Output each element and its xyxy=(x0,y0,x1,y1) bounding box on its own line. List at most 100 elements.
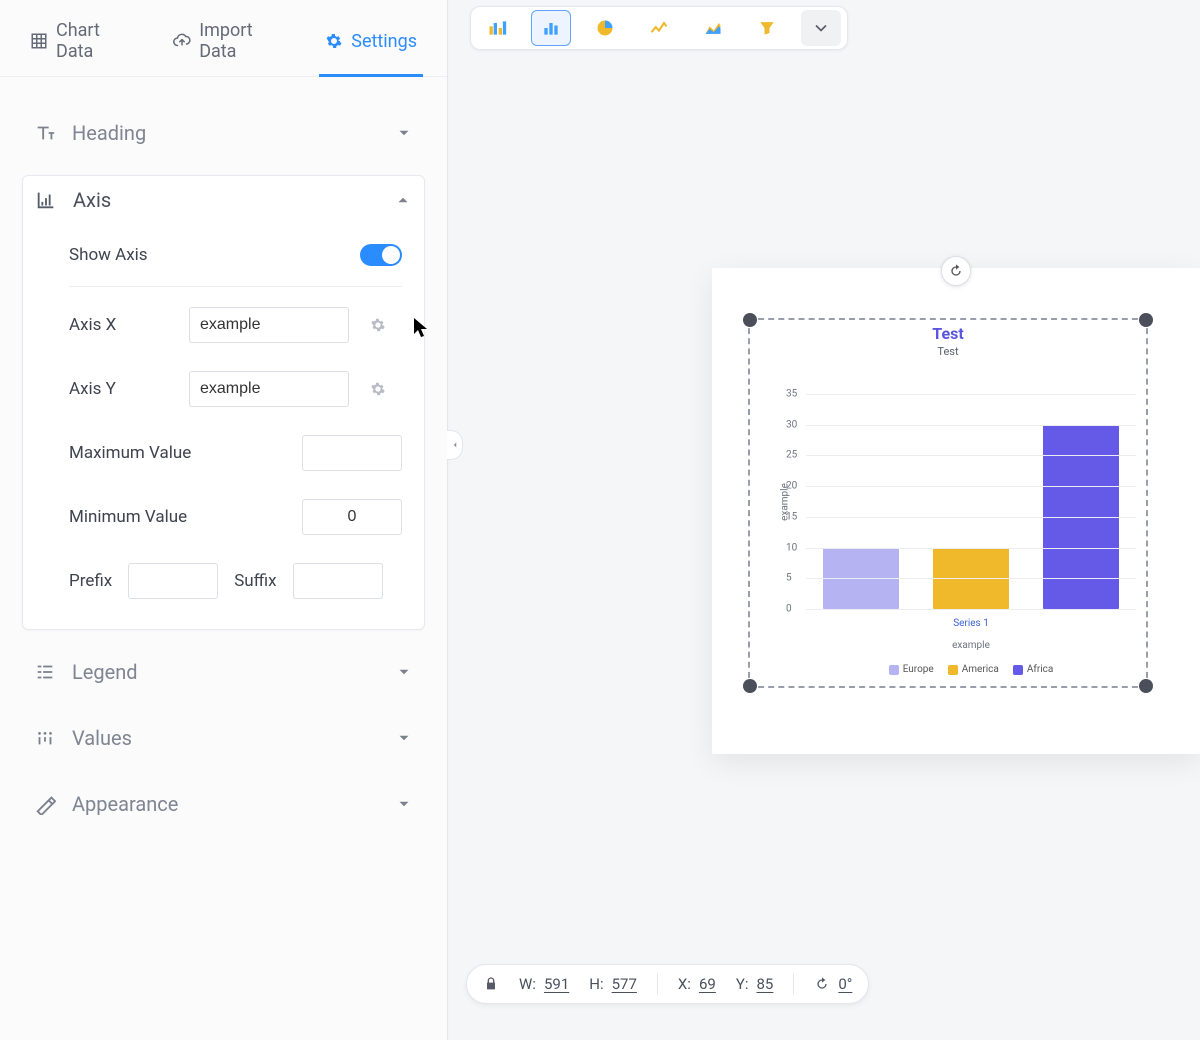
grid-line xyxy=(806,517,1136,518)
tab-settings[interactable]: Settings xyxy=(319,8,423,76)
section-heading-header[interactable]: Heading xyxy=(22,109,425,157)
cloud-upload-icon xyxy=(173,32,191,50)
x-series-label: Series 1 xyxy=(806,618,1136,629)
bar-chart-icon xyxy=(541,18,561,38)
chart-title: Test xyxy=(750,324,1146,343)
section-appearance-header[interactable]: Appearance xyxy=(22,780,425,828)
chart-subtitle: Test xyxy=(750,345,1146,358)
status-height[interactable]: H: 577 xyxy=(589,975,637,993)
legend-item: Africa xyxy=(1013,664,1054,675)
legend-item: America xyxy=(948,664,999,675)
grid-line xyxy=(806,394,1136,395)
section-label: Axis xyxy=(73,188,378,212)
chevron-down-icon xyxy=(811,18,831,38)
suffix-label: Suffix xyxy=(234,571,276,591)
axis-x-label: Axis X xyxy=(69,315,179,335)
status-x-label: X: xyxy=(678,975,691,993)
section-axis: Axis Show Axis Axis X Axis Y xyxy=(22,175,425,630)
section-label: Heading xyxy=(72,121,379,145)
line-chart-icon xyxy=(649,18,669,38)
axis-x-input[interactable] xyxy=(189,307,349,343)
gear-icon xyxy=(325,32,343,50)
y-tick-label: 5 xyxy=(786,573,792,584)
chart-bars xyxy=(806,394,1136,609)
axis-x-settings-button[interactable] xyxy=(367,314,389,336)
status-w-label: W: xyxy=(519,975,536,993)
status-rot-value: 0° xyxy=(838,975,852,993)
resize-handle-tr[interactable] xyxy=(1139,313,1153,327)
chevron-left-icon xyxy=(450,440,460,450)
section-label: Appearance xyxy=(72,792,379,816)
grid-line xyxy=(806,486,1136,487)
status-x-value: 69 xyxy=(699,975,716,993)
tab-label: Chart Data xyxy=(56,20,133,62)
rotate-handle[interactable] xyxy=(941,256,971,286)
y-tick-label: 15 xyxy=(786,511,797,522)
y-tick-label: 10 xyxy=(786,542,797,553)
axis-y-settings-button[interactable] xyxy=(367,378,389,400)
canvas-status-bar: W: 591 H: 577 X: 69 Y: 85 0° xyxy=(466,964,869,1004)
max-value-input[interactable] xyxy=(302,435,402,471)
section-label: Values xyxy=(72,726,379,750)
section-values-header[interactable]: Values xyxy=(22,714,425,762)
grid-line xyxy=(806,548,1136,549)
status-h-label: H: xyxy=(589,975,603,993)
chart-plot-area: example Series 1 example EuropeAmericaAf… xyxy=(806,394,1136,609)
x-axis-title: example xyxy=(806,640,1136,651)
status-y[interactable]: Y: 85 xyxy=(736,975,774,993)
grid-icon xyxy=(30,32,48,50)
grouped-bar-chart-icon xyxy=(487,18,507,38)
y-tick-label: 0 xyxy=(786,604,792,615)
section-values: Values xyxy=(22,714,425,762)
sidebar-collapse-handle[interactable] xyxy=(447,430,463,460)
prefix-input[interactable] xyxy=(128,563,218,599)
resize-handle-tl[interactable] xyxy=(743,313,757,327)
tool-area[interactable] xyxy=(693,10,733,46)
tool-grouped-bar[interactable] xyxy=(477,10,517,46)
tool-pie[interactable] xyxy=(585,10,625,46)
tool-line[interactable] xyxy=(639,10,679,46)
tool-bar[interactable] xyxy=(531,10,571,46)
tab-label: Settings xyxy=(351,31,417,52)
tab-chart-data[interactable]: Chart Data xyxy=(24,8,139,76)
grid-line xyxy=(806,455,1136,456)
y-tick-label: 25 xyxy=(786,450,797,461)
axis-y-input[interactable] xyxy=(189,371,349,407)
status-y-label: Y: xyxy=(736,975,749,993)
grid-line xyxy=(806,609,1136,610)
status-rotation[interactable]: 0° xyxy=(814,975,852,993)
y-tick-label: 35 xyxy=(786,389,797,400)
status-width[interactable]: W: 591 xyxy=(519,975,569,993)
suffix-input[interactable] xyxy=(293,563,383,599)
resize-handle-bl[interactable] xyxy=(743,679,757,693)
tool-funnel[interactable] xyxy=(747,10,787,46)
lock-icon[interactable] xyxy=(483,976,499,992)
y-tick-label: 30 xyxy=(786,419,797,430)
section-axis-header[interactable]: Axis xyxy=(23,176,424,224)
min-value-input[interactable] xyxy=(302,499,402,535)
legend-icon xyxy=(34,661,56,683)
rotate-icon xyxy=(814,976,830,992)
axis-icon xyxy=(35,189,57,211)
status-x[interactable]: X: 69 xyxy=(678,975,716,993)
legend-item: Europe xyxy=(889,664,934,675)
area-chart-icon xyxy=(703,18,723,38)
show-axis-label: Show Axis xyxy=(69,245,148,265)
min-value-label: Minimum Value xyxy=(69,507,187,527)
legend-swatch xyxy=(1013,665,1023,675)
chevron-up-icon xyxy=(394,191,412,209)
resize-handle-br[interactable] xyxy=(1139,679,1153,693)
axis-y-label: Axis Y xyxy=(69,379,179,399)
text-icon xyxy=(34,122,56,144)
grid-line xyxy=(806,578,1136,579)
selection-box[interactable]: Test Test example Series 1 example Europ… xyxy=(748,318,1148,688)
tool-more[interactable] xyxy=(801,10,841,46)
tab-import-data[interactable]: Import Data xyxy=(167,8,291,76)
section-legend-header[interactable]: Legend xyxy=(22,648,425,696)
show-axis-toggle[interactable] xyxy=(360,244,402,266)
chart-type-toolbar xyxy=(470,6,848,50)
section-label: Legend xyxy=(72,660,379,684)
status-h-value: 577 xyxy=(612,975,637,993)
max-value-label: Maximum Value xyxy=(69,443,191,463)
chart-canvas-object[interactable]: Test Test example Series 1 example Europ… xyxy=(712,268,1200,754)
